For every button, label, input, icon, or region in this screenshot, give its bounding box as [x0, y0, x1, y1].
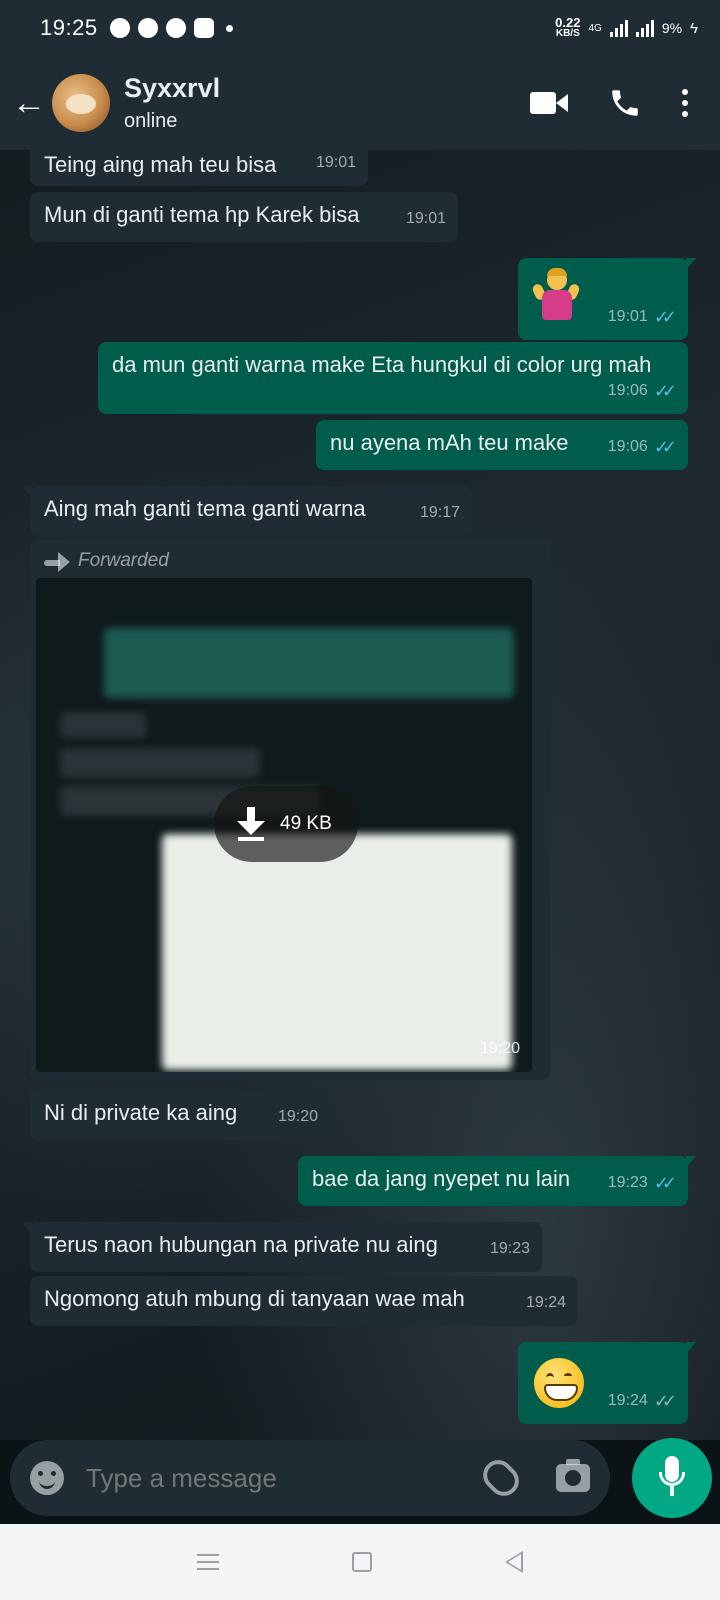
message-outgoing[interactable]: nu ayena mAh teu make 19:06 ✓✓ — [316, 420, 688, 470]
message-input[interactable] — [86, 1462, 466, 1494]
forward-arrow-icon — [44, 551, 70, 572]
battery-level: 9% — [661, 20, 683, 36]
message-time: 19:24 — [525, 1294, 566, 1311]
system-navigation-bar — [0, 1524, 720, 1600]
grinning-face-emoji-icon — [534, 1358, 584, 1408]
signal-2-icon — [635, 19, 654, 37]
download-icon — [236, 807, 266, 841]
message-forwarded-image[interactable]: Forwarded 49 KB 19:20 — [30, 540, 550, 1080]
person-shrugging-emoji-icon — [531, 268, 581, 320]
status-bar: 19:25 0.22 KB/S 4G 9% ϟ — [0, 0, 720, 56]
read-receipt-icon: ✓✓ — [653, 307, 677, 327]
message-text: Teing aing mah teu bisa — [44, 152, 277, 177]
contact-info[interactable]: Syxxrvl online — [124, 73, 220, 133]
file-size: 49 KB — [280, 813, 332, 834]
message-text: nu ayena mAh teu make — [330, 430, 569, 455]
line-notification-icon — [137, 18, 158, 38]
notification-icons — [109, 18, 233, 38]
network-speed: 0.22 KB/S — [555, 15, 581, 39]
message-text: bae da jang nyepet nu lain — [312, 1166, 571, 1191]
message-time: 19:23 — [489, 1240, 530, 1257]
message-time: 19:23 — [607, 1174, 648, 1191]
message-outgoing[interactable]: bae da jang nyepet nu lain 19:23 ✓✓ — [298, 1156, 696, 1206]
message-incoming[interactable]: Teing aing mah teu bisa 19:01 — [30, 150, 368, 186]
voice-call-icon[interactable] — [608, 86, 642, 120]
voice-record-button[interactable] — [632, 1438, 712, 1518]
forwarded-label: Forwarded — [44, 546, 169, 576]
emoji-icon[interactable] — [30, 1461, 64, 1495]
signal-icon — [609, 19, 628, 37]
blurred-image-preview[interactable]: 49 KB 19:20 — [36, 578, 532, 1072]
message-time: 19:01 — [405, 210, 446, 227]
blurred-bubble — [104, 628, 514, 698]
network-type: 4G — [588, 22, 602, 34]
chat-header: ← Syxxrvl online — [0, 56, 720, 150]
message-text: Terus naon hubungan na private nu aing — [44, 1232, 438, 1257]
message-composer — [10, 1440, 610, 1516]
status-time: 19:25 — [40, 15, 98, 40]
message-time: 19:17 — [419, 504, 460, 521]
chat-area[interactable]: Teing aing mah teu bisa 19:01 Mun di gan… — [0, 150, 720, 1440]
message-text: Aing mah ganti tema ganti warna — [44, 496, 366, 521]
video-call-icon[interactable] — [530, 90, 568, 116]
message-time: 19:24 — [607, 1392, 648, 1409]
more-notifications-icon — [225, 24, 233, 32]
message-incoming[interactable]: Ni di private ka aing 19:20 — [30, 1090, 330, 1140]
message-outgoing-emoji[interactable]: 19:24 ✓✓ — [518, 1342, 696, 1424]
message-outgoing[interactable]: da mun ganti warna make Eta hungkul di c… — [98, 342, 688, 414]
home-icon[interactable] — [351, 1552, 372, 1572]
download-button[interactable]: 49 KB — [214, 786, 358, 862]
charging-icon: ϟ — [690, 19, 698, 37]
camera-icon[interactable] — [556, 1459, 590, 1492]
back-arrow-icon[interactable]: ← — [0, 84, 50, 123]
whatsapp-notification-icon — [109, 18, 130, 38]
delivered-receipt-icon: ✓✓ — [653, 1391, 677, 1411]
read-receipt-icon: ✓✓ — [653, 437, 677, 457]
app-notification-icon — [193, 18, 214, 38]
read-receipt-icon: ✓✓ — [653, 1173, 677, 1193]
back-icon[interactable] — [505, 1551, 524, 1573]
message-text: Mun di ganti tema hp Karek bisa — [44, 202, 360, 227]
recent-apps-icon[interactable] — [196, 1554, 219, 1570]
twitter-notification-icon — [165, 18, 186, 38]
message-time: 19:20 — [479, 1040, 520, 1057]
more-options-icon[interactable] — [682, 89, 688, 117]
message-time: 19:01 — [607, 308, 648, 325]
blurred-bubble — [60, 712, 146, 738]
blurred-screenshot — [162, 834, 512, 1070]
message-time: 19:20 — [277, 1108, 318, 1125]
message-incoming[interactable]: Terus naon hubungan na private nu aing 1… — [22, 1222, 542, 1272]
message-incoming[interactable]: Mun di ganti tema hp Karek bisa 19:01 — [30, 192, 458, 242]
attachment-icon[interactable] — [476, 1453, 526, 1503]
message-incoming[interactable]: Aing mah ganti tema ganti warna 19:17 — [22, 486, 472, 536]
message-text: Ngomong atuh mbung di tanyaan wae mah — [44, 1286, 465, 1311]
read-receipt-icon: ✓✓ — [653, 381, 677, 401]
contact-name: Syxxrvl — [124, 73, 221, 103]
blurred-bubble — [60, 748, 260, 778]
message-outgoing-emoji[interactable]: 19:01 ✓✓ — [518, 258, 696, 340]
message-time: 19:06 — [607, 382, 648, 399]
contact-avatar[interactable] — [52, 74, 110, 132]
message-text: Ni di private ka aing — [44, 1100, 238, 1125]
message-text: da mun ganti warna make Eta hungkul di c… — [112, 352, 652, 377]
message-time: 19:06 — [607, 438, 648, 455]
message-time: 19:01 — [315, 154, 356, 171]
contact-status: online — [124, 110, 178, 132]
message-incoming[interactable]: Ngomong atuh mbung di tanyaan wae mah 19… — [30, 1276, 578, 1326]
